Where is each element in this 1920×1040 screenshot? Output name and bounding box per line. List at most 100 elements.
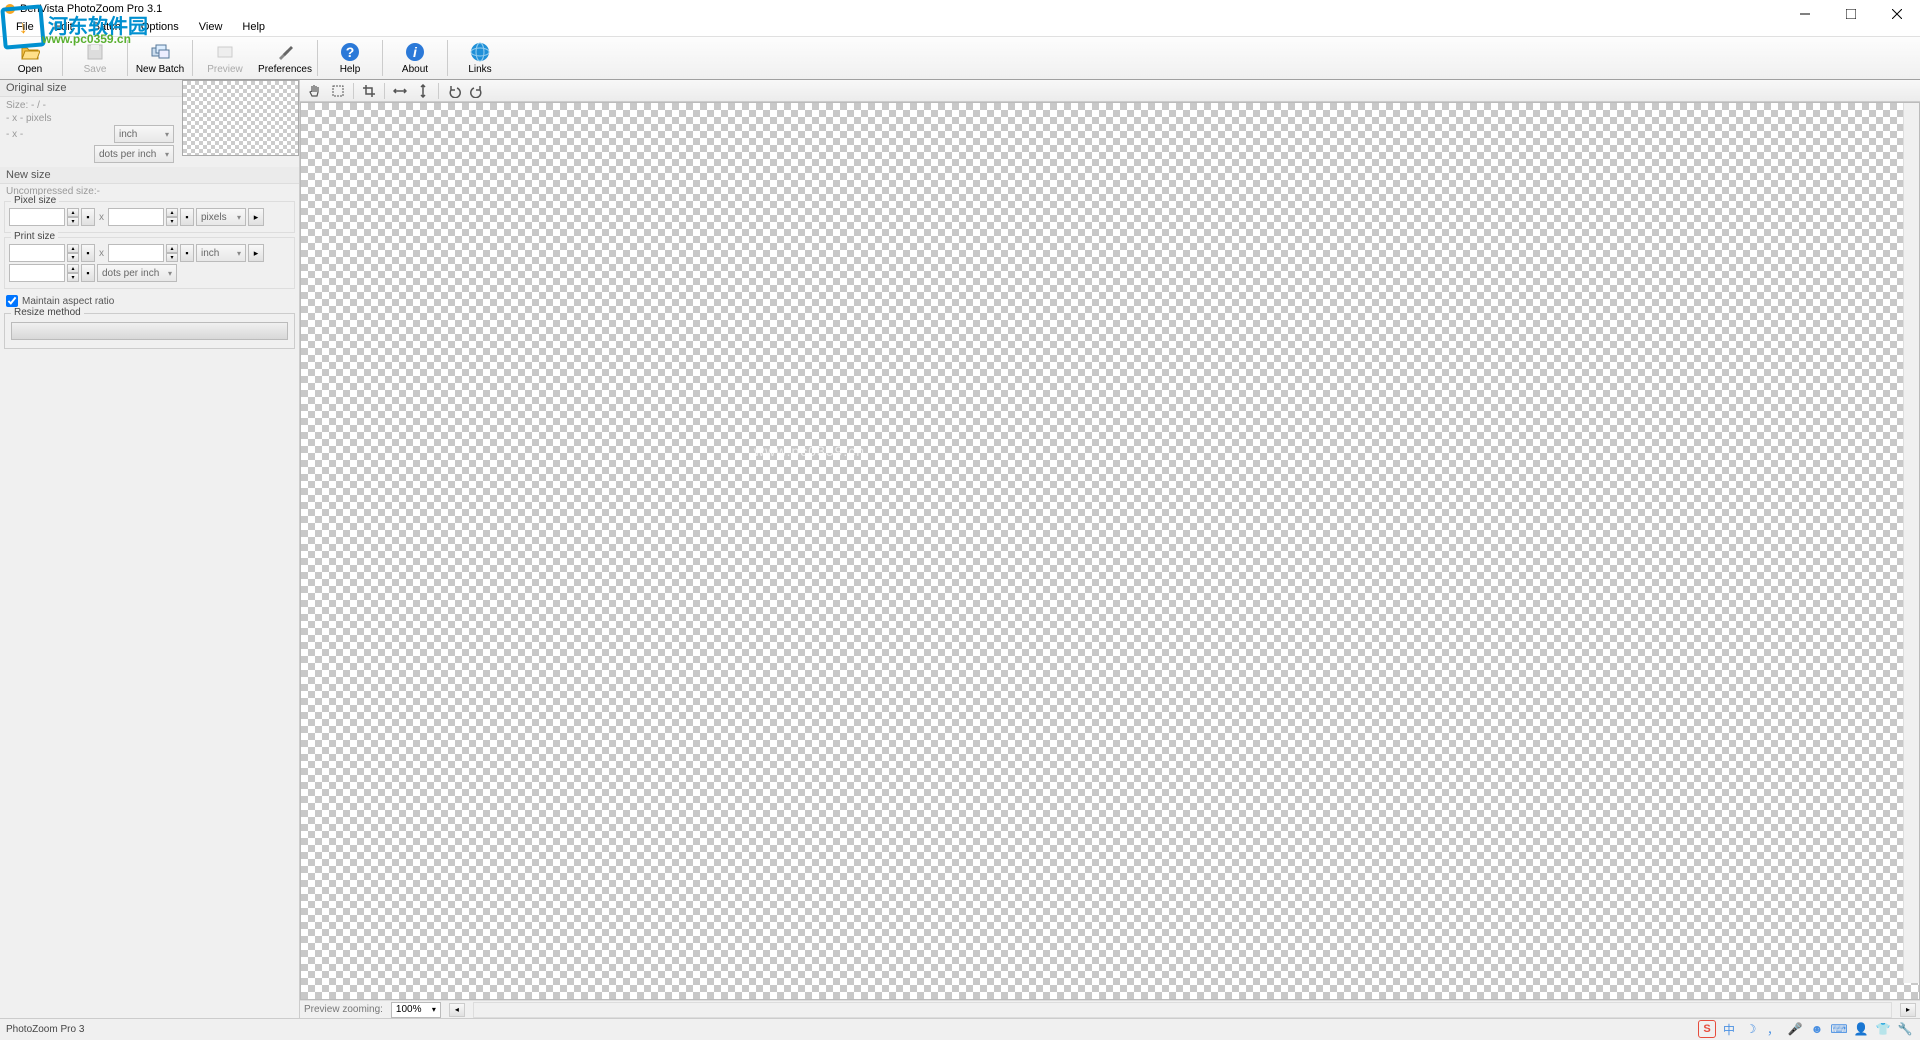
- batch-icon: [150, 42, 170, 62]
- maintain-aspect-label: Maintain aspect ratio: [22, 296, 114, 307]
- canvas-viewport[interactable]: www.pc0359.cn: [300, 102, 1920, 1000]
- ime-mic-icon[interactable]: 🎤: [1786, 1020, 1804, 1038]
- menu-batch[interactable]: Batch: [85, 20, 129, 34]
- print-width-lock[interactable]: ▪: [81, 244, 95, 262]
- preview-zoom-label: Preview zooming:: [304, 1004, 383, 1015]
- window-title: BenVista PhotoZoom Pro 3.1: [20, 3, 162, 15]
- pixel-height-lock[interactable]: ▪: [180, 208, 194, 226]
- resize-method-group: Resize method: [4, 313, 295, 349]
- svg-text:?: ?: [346, 44, 355, 60]
- print-dpi-spinner[interactable]: ▴▾: [67, 264, 79, 282]
- canvas-toolbar-separator: [438, 83, 439, 99]
- system-tray: S 中 ☽ ， 🎤 ☻ ⌨ 👤 👕 🔧: [1692, 1018, 1920, 1040]
- titlebar: BenVista PhotoZoom Pro 3.1: [0, 0, 1920, 18]
- print-dpi-combo[interactable]: dots per inch: [97, 264, 177, 282]
- ime-comma-icon[interactable]: ，: [1764, 1020, 1782, 1038]
- maximize-button[interactable]: [1828, 0, 1874, 28]
- statusbar: PhotoZoom Pro 3: [0, 1018, 1920, 1040]
- pixel-apply-button[interactable]: ▸: [248, 208, 264, 226]
- window-controls: [1782, 0, 1920, 28]
- workspace: Original size Size: - / - - x - pixels -…: [0, 80, 1920, 1018]
- ime-lang-icon[interactable]: 中: [1720, 1020, 1738, 1038]
- toolbar-separator: [317, 40, 318, 76]
- hand-tool-button[interactable]: [304, 81, 326, 101]
- menubar: File Edit Batch Options View Help: [0, 18, 1920, 36]
- new-size-header: New size: [0, 167, 299, 184]
- preview-button: Preview: [195, 37, 255, 79]
- flip-horizontal-button[interactable]: [389, 81, 411, 101]
- pixel-width-input[interactable]: [9, 208, 65, 226]
- preview-zoom-combo[interactable]: 100%: [391, 1002, 441, 1018]
- main-toolbar: Open Save New Batch Preview Preferences …: [0, 36, 1920, 80]
- info-icon: i: [405, 42, 425, 62]
- pixel-width-spinner[interactable]: ▴▾: [67, 208, 79, 226]
- preview-zoom-bar: Preview zooming: 100% ◂ ▸: [300, 1000, 1920, 1018]
- help-button[interactable]: ? Help: [320, 37, 380, 79]
- canvas-toolbar-separator: [353, 83, 354, 99]
- scroll-left-button[interactable]: ◂: [449, 1003, 465, 1017]
- pixel-size-group: Pixel size ▴▾ ▪ x ▴▾ ▪ pixels ▸: [4, 201, 295, 233]
- ime-skin-icon[interactable]: 👕: [1874, 1020, 1892, 1038]
- print-height-lock[interactable]: ▪: [180, 244, 194, 262]
- pixel-width-lock[interactable]: ▪: [81, 208, 95, 226]
- navigate-tool-button[interactable]: [327, 81, 349, 101]
- left-panel: Original size Size: - / - - x - pixels -…: [0, 80, 300, 1018]
- about-button[interactable]: i About: [385, 37, 445, 79]
- original-dim-pixels: - x - pixels: [6, 112, 174, 125]
- original-unit-combo[interactable]: inch: [114, 125, 174, 143]
- original-print-dim: - x -: [6, 128, 23, 141]
- pixel-height-input[interactable]: [108, 208, 164, 226]
- tools-icon: [275, 42, 295, 62]
- menu-options[interactable]: Options: [133, 20, 187, 34]
- crop-tool-button[interactable]: [358, 81, 380, 101]
- maintain-aspect-checkbox[interactable]: [6, 295, 18, 307]
- toolbar-separator: [127, 40, 128, 76]
- original-size-value: Size: - / -: [6, 99, 174, 112]
- thumbnail-preview[interactable]: [182, 80, 299, 156]
- links-button[interactable]: Links: [450, 37, 510, 79]
- open-button[interactable]: Open: [0, 37, 60, 79]
- menu-view[interactable]: View: [191, 20, 231, 34]
- close-button[interactable]: [1874, 0, 1920, 28]
- ime-keyboard-icon[interactable]: ⌨: [1830, 1020, 1848, 1038]
- print-size-group: Print size ▴▾ ▪ x ▴▾ ▪ inch ▸ ▴▾ ▪ dots …: [4, 237, 295, 289]
- toolbar-separator: [62, 40, 63, 76]
- save-button: Save: [65, 37, 125, 79]
- ime-sogou-icon[interactable]: S: [1698, 1020, 1716, 1038]
- ime-emoji-icon[interactable]: ☻: [1808, 1020, 1826, 1038]
- print-dpi-lock[interactable]: ▪: [81, 264, 95, 282]
- canvas-area: www.pc0359.cn Preview zooming: 100% ◂ ▸: [300, 80, 1920, 1018]
- ime-moon-icon[interactable]: ☽: [1742, 1020, 1760, 1038]
- redo-button[interactable]: [466, 81, 488, 101]
- folder-open-icon: [20, 42, 40, 62]
- statusbar-text: PhotoZoom Pro 3: [6, 1024, 84, 1035]
- print-apply-button[interactable]: ▸: [248, 244, 264, 262]
- new-batch-button[interactable]: New Batch: [130, 37, 190, 79]
- ime-user-icon[interactable]: 👤: [1852, 1020, 1870, 1038]
- original-dpi-combo[interactable]: dots per inch: [94, 145, 174, 163]
- flip-vertical-button[interactable]: [412, 81, 434, 101]
- minimize-button[interactable]: [1782, 0, 1828, 28]
- ime-settings-icon[interactable]: 🔧: [1896, 1020, 1914, 1038]
- menu-edit[interactable]: Edit: [46, 20, 81, 34]
- pixel-unit-combo[interactable]: pixels: [196, 208, 246, 226]
- print-dpi-input[interactable]: [9, 264, 65, 282]
- canvas-watermark-text: www.pc0359.cn: [754, 443, 865, 459]
- preferences-button[interactable]: Preferences: [255, 37, 315, 79]
- undo-button[interactable]: [443, 81, 465, 101]
- menu-help[interactable]: Help: [234, 20, 273, 34]
- print-unit-combo[interactable]: inch: [196, 244, 246, 262]
- print-width-input[interactable]: [9, 244, 65, 262]
- menu-file[interactable]: File: [8, 20, 42, 34]
- pixel-height-spinner[interactable]: ▴▾: [166, 208, 178, 226]
- horizontal-scrollbar[interactable]: [473, 1002, 1892, 1018]
- vertical-scrollbar[interactable]: [1903, 103, 1919, 983]
- resize-method-combo[interactable]: [11, 322, 288, 340]
- help-icon: ?: [340, 42, 360, 62]
- scroll-right-button[interactable]: ▸: [1900, 1003, 1916, 1017]
- save-icon: [85, 42, 105, 62]
- print-height-input[interactable]: [108, 244, 164, 262]
- canvas-toolbar-separator: [384, 83, 385, 99]
- print-width-spinner[interactable]: ▴▾: [67, 244, 79, 262]
- print-height-spinner[interactable]: ▴▾: [166, 244, 178, 262]
